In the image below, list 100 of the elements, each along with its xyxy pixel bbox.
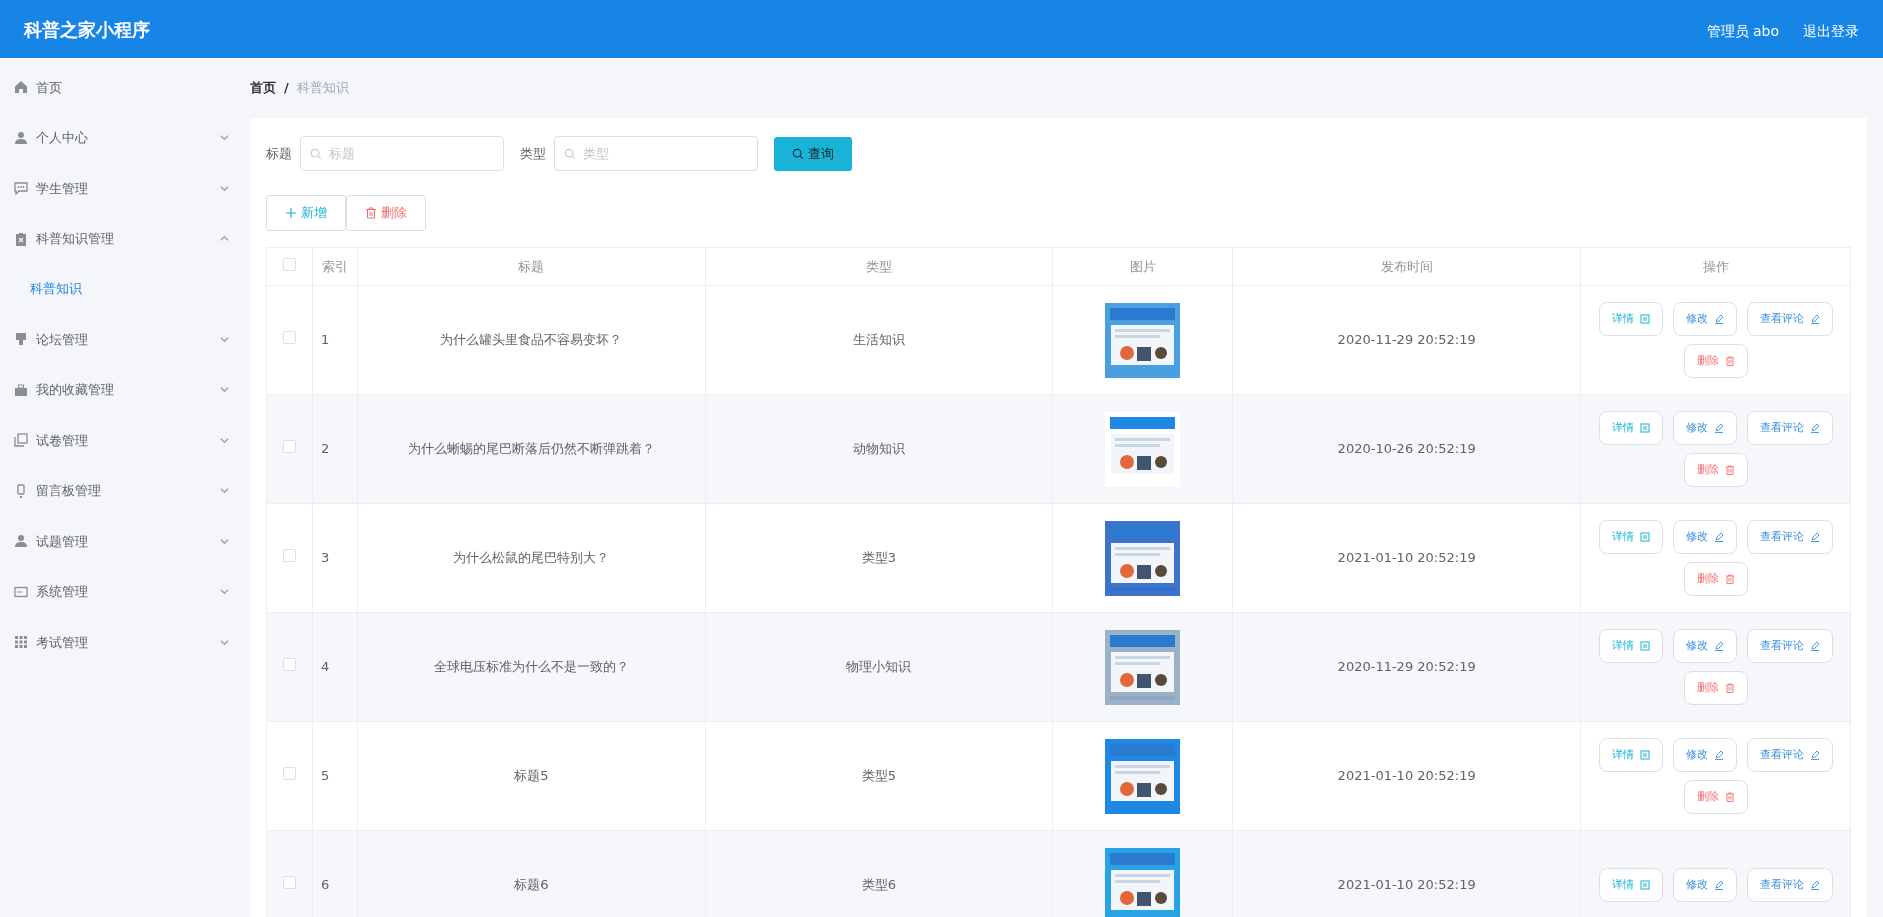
sidebar-item[interactable]: 我的收藏管理	[0, 364, 250, 415]
trash-icon	[1724, 574, 1735, 584]
table-cell: 3	[321, 550, 330, 566]
sidebar-subitem[interactable]: 科普知识	[0, 264, 250, 314]
pencil-icon	[1809, 314, 1820, 324]
pencil-icon	[1713, 750, 1724, 760]
table-cell: 2021-01-10 20:52:19	[1337, 550, 1476, 566]
edit-button[interactable]: 修改	[1672, 411, 1737, 445]
column-header: 索引	[322, 258, 348, 274]
column-header: 发布时间	[1380, 258, 1433, 274]
row-checkbox[interactable]	[283, 767, 296, 781]
table-cell: 2020-11-29 20:52:19	[1337, 659, 1476, 675]
table-cell: 6	[321, 877, 330, 893]
details-button[interactable]: 详情	[1598, 302, 1663, 336]
column-header: 图片	[1129, 258, 1156, 274]
sidebar-item[interactable]: 试题管理	[0, 516, 250, 567]
row-checkbox[interactable]	[283, 331, 296, 345]
sidebar-item[interactable]: 试卷管理	[0, 415, 250, 466]
delete-button[interactable]: 删除	[346, 195, 426, 231]
table-cell: 类型3	[861, 550, 897, 566]
details-button[interactable]: 详情	[1598, 520, 1663, 554]
trash-icon	[1724, 356, 1735, 366]
pencil-icon	[1713, 641, 1724, 651]
pencil-icon	[1809, 423, 1820, 433]
table-cell: 2	[321, 441, 330, 457]
search-icon	[564, 148, 576, 160]
breadcrumb-current: 科普知识	[296, 79, 349, 98]
pencil-icon	[1713, 423, 1724, 433]
comments-button[interactable]: 查看评论	[1746, 629, 1833, 663]
details-button[interactable]: 详情	[1598, 629, 1663, 663]
chat-icon	[14, 181, 28, 196]
microphone-icon	[14, 483, 28, 498]
trash-icon	[365, 207, 377, 219]
comments-button[interactable]: 查看评论	[1746, 411, 1833, 445]
search-field[interactable]: 类型	[554, 136, 758, 171]
edit-button[interactable]: 修改	[1672, 302, 1737, 336]
pencil-icon	[1713, 880, 1724, 890]
search-icon	[792, 147, 804, 160]
sidebar-item[interactable]: 首页	[0, 62, 250, 113]
sidebar-item[interactable]: 论坛管理	[0, 314, 250, 365]
trash-icon	[1724, 792, 1735, 802]
sidebar-item[interactable]: 个人中心	[0, 112, 250, 163]
delete-button[interactable]: 删除	[1683, 562, 1748, 596]
table-cell: 4	[321, 659, 330, 675]
search-field[interactable]: 标题	[300, 136, 504, 171]
delete-button[interactable]: 删除	[1683, 671, 1748, 705]
comments-button[interactable]: 查看评论	[1746, 868, 1833, 902]
edit-button[interactable]: 修改	[1672, 520, 1737, 554]
details-button[interactable]: 详情	[1598, 738, 1663, 772]
delete-button[interactable]: 删除	[1683, 344, 1748, 378]
sidebar-item[interactable]: 系统管理	[0, 566, 250, 617]
copy-icon	[14, 433, 28, 448]
edit-button[interactable]: 修改	[1672, 868, 1737, 902]
table-cell: 为什么罐头里食品不容易变坏？	[440, 332, 623, 348]
delete-button[interactable]: 删除	[1683, 453, 1748, 487]
table-cell: 2021-01-10 20:52:19	[1337, 877, 1476, 893]
delete-button[interactable]: 删除	[1683, 780, 1748, 814]
table-cell: 标题5	[514, 768, 549, 784]
column-header: 操作	[1702, 258, 1729, 274]
pencil-icon	[1809, 750, 1820, 760]
app-title: 科普之家小程序	[24, 17, 150, 42]
edit-button[interactable]: 修改	[1672, 738, 1737, 772]
details-button[interactable]: 详情	[1598, 411, 1663, 445]
breadcrumb-separator: /	[284, 79, 289, 98]
sidebar-item[interactable]: 考试管理	[0, 617, 250, 668]
document-icon	[1639, 880, 1650, 890]
logout-link[interactable]: 退出登录	[1803, 21, 1859, 42]
comments-button[interactable]: 查看评论	[1746, 738, 1833, 772]
pencil-icon	[1809, 532, 1820, 542]
row-checkbox[interactable]	[283, 658, 296, 672]
row-checkbox[interactable]	[283, 549, 296, 563]
sidebar-item[interactable]: 学生管理	[0, 163, 250, 214]
trash-icon	[1724, 683, 1735, 693]
add-button[interactable]: 新增	[266, 195, 346, 231]
table-cell: 动物知识	[853, 441, 905, 457]
details-button[interactable]: 详情	[1598, 868, 1663, 902]
comments-button[interactable]: 查看评论	[1746, 520, 1833, 554]
document-icon	[1639, 423, 1650, 433]
sidebar-item[interactable]: 留言板管理	[0, 465, 250, 516]
stamp-icon	[14, 332, 28, 347]
table-cell: 标题6	[514, 877, 549, 893]
search-icon	[310, 148, 322, 160]
edit-button[interactable]: 修改	[1672, 629, 1737, 663]
pencil-icon	[1713, 314, 1724, 324]
pencil-icon	[1809, 880, 1820, 890]
table-cell: 1	[321, 332, 330, 348]
search-button[interactable]: 查询	[774, 136, 852, 171]
title-label: 标题	[266, 144, 292, 163]
trash-icon	[1724, 465, 1735, 475]
pencil-icon	[1809, 641, 1820, 651]
type-label: 类型	[520, 144, 546, 163]
comments-button[interactable]: 查看评论	[1746, 302, 1833, 336]
select-all-checkbox[interactable]	[283, 257, 296, 271]
table-cell: 为什么蜥蜴的尾巴断落后仍然不断弹跳着？	[407, 441, 655, 457]
breadcrumb-link[interactable]: 首页	[250, 78, 276, 98]
document-icon	[1639, 314, 1650, 324]
row-checkbox[interactable]	[283, 876, 296, 890]
table-cell: 为什么松鼠的尾巴特别大？	[453, 550, 610, 566]
row-checkbox[interactable]	[283, 440, 296, 454]
sidebar-item[interactable]: 科普知识管理	[0, 213, 250, 264]
